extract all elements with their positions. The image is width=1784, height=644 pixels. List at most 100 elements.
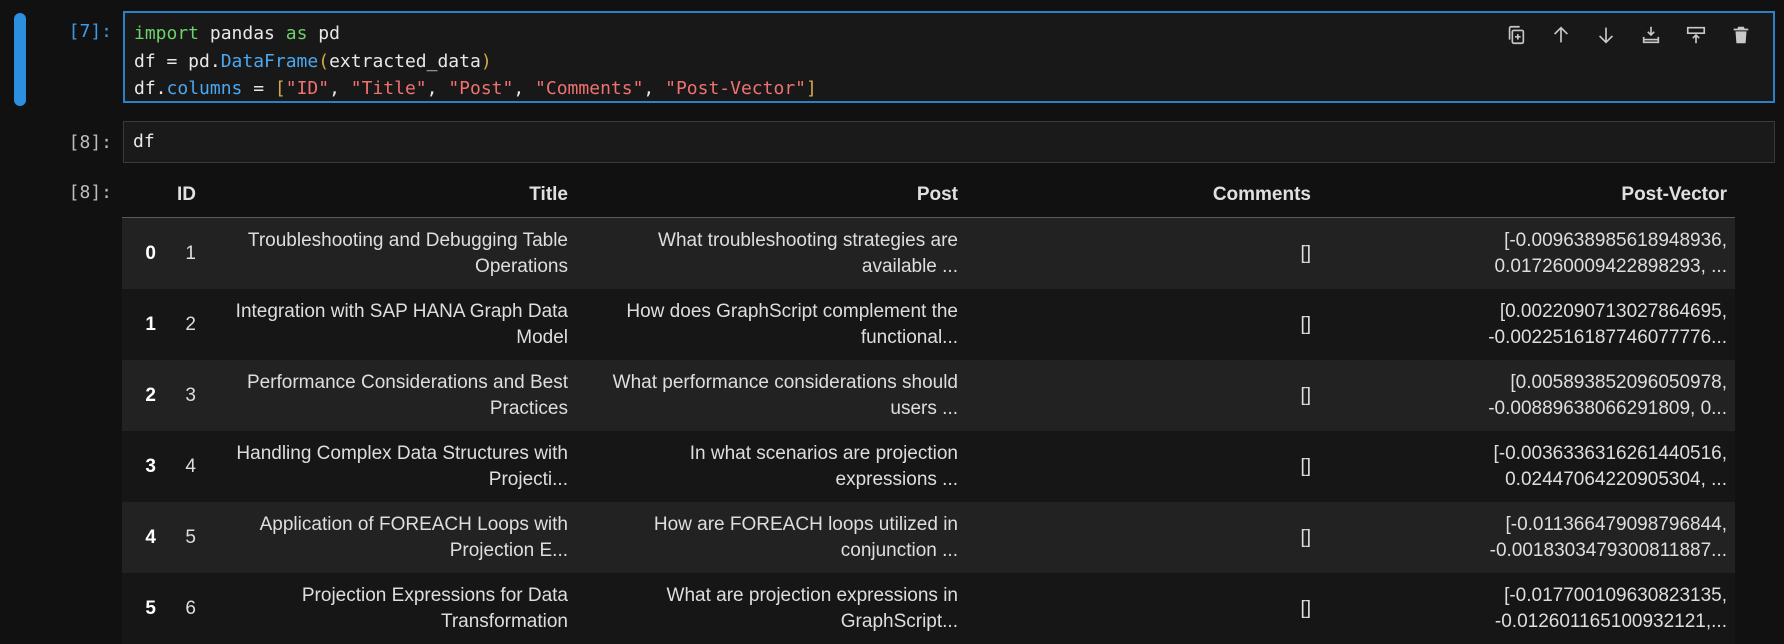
cell-title: Performance Considerations and Best Pract… xyxy=(204,360,576,431)
cell-post-vector: [-0.009638985618948936, 0.017260009422898… xyxy=(1319,218,1735,290)
cell-text: What are projection expressions in xyxy=(666,584,958,606)
cell-post-vector: [-0.017700109630823135, -0.01260116510093… xyxy=(1319,573,1735,644)
table-row: 4 5 Application of FOREACH Loops with Pro… xyxy=(122,502,1735,573)
cell-text: Model xyxy=(516,326,568,348)
cell-title: Application of FOREACH Loops with Project… xyxy=(204,502,576,573)
cell-post-vector: [-0.011366479098796844, -0.00183034793008… xyxy=(1319,502,1735,573)
cell-7-editor[interactable]: import pandas as pd df = pd.DataFrame(ex… xyxy=(123,11,1775,103)
cell-id: 1 xyxy=(185,242,196,264)
duplicate-cell-button[interactable] xyxy=(1493,19,1538,51)
insert-below-icon xyxy=(1642,26,1659,44)
cell-post: What performance considerations should us… xyxy=(576,360,966,431)
cell-7-code[interactable]: import pandas as pd df = pd.DataFrame(ex… xyxy=(134,20,817,103)
cell-text: Performance Considerations and Best xyxy=(246,371,568,393)
column-header-comments: Comments xyxy=(966,172,1319,218)
cell-text: users ... xyxy=(890,397,958,419)
table-row: 5 6 Projection Expressions for Data Trans… xyxy=(122,573,1735,644)
output-8-prompt: [8]: xyxy=(68,182,112,203)
code-token: as xyxy=(285,23,308,44)
column-header-index xyxy=(122,172,164,218)
cell-text: How are FOREACH loops utilized in xyxy=(653,513,958,535)
cell-8-prompt: [8]: xyxy=(68,132,112,153)
cell-text: Operations xyxy=(475,255,568,277)
table-row: 0 1 Troubleshooting and Debugging Table O… xyxy=(122,217,1735,290)
cell-text: Application of FOREACH Loops with xyxy=(259,513,568,535)
cell-text: [0.0022090713027864695, xyxy=(1499,300,1727,322)
code-token: "ID" xyxy=(285,78,330,99)
table-header-row: ID Title Post Comments Post-Vector xyxy=(122,172,1735,218)
cell-comments: [] xyxy=(1300,597,1311,619)
cell-post: How does GraphScript complement the funct… xyxy=(576,289,966,360)
code-token: columns xyxy=(166,78,243,99)
cell-title: Troubleshooting and Debugging Table Opera… xyxy=(204,218,576,290)
code-token: , xyxy=(426,78,449,99)
cell-id: 5 xyxy=(185,526,196,548)
cell-comments: [] xyxy=(1300,384,1311,406)
code-token: pd xyxy=(307,23,340,44)
trash-icon xyxy=(1733,26,1748,44)
code-token: df. xyxy=(134,78,167,99)
code-token: DataFrame xyxy=(220,50,319,72)
insert-cell-below-button[interactable] xyxy=(1673,19,1718,51)
cell-comments: [] xyxy=(1300,242,1311,264)
code-token: "Post-Vector" xyxy=(665,78,806,99)
cell-id: 6 xyxy=(185,597,196,619)
cell-text: Handling Complex Data Structures with xyxy=(236,442,568,464)
code-token: , xyxy=(329,78,351,99)
code-token: import xyxy=(134,23,200,44)
cell-8-code[interactable]: df xyxy=(133,131,155,153)
row-index: 1 xyxy=(145,313,156,335)
arrow-up-icon xyxy=(1553,26,1568,43)
cell-text: What troubleshooting strategies are xyxy=(658,229,958,251)
cell-text: -0.012601165100932121,... xyxy=(1494,610,1727,632)
code-token: df = pd. xyxy=(134,50,221,72)
cell-text: [0.005893852096050978, xyxy=(1510,371,1727,393)
code-token: ( xyxy=(318,50,330,72)
row-index: 0 xyxy=(145,242,156,264)
cell-text: 0.017260009422898293, ... xyxy=(1494,255,1727,277)
move-cell-up-button[interactable] xyxy=(1538,19,1583,51)
cell-text: conjunction ... xyxy=(840,539,958,561)
cell-text: GraphScript... xyxy=(840,610,958,632)
delete-cell-button[interactable] xyxy=(1718,19,1763,51)
code-token: "Comments" xyxy=(535,78,644,99)
code-token: , xyxy=(643,78,666,99)
code-token: "Post" xyxy=(448,78,514,99)
insert-cell-above-button[interactable] xyxy=(1628,19,1673,51)
cell-post-vector: [0.005893852096050978, -0.008896380662918… xyxy=(1319,360,1735,431)
cell-title: Projection Expressions for Data Transform… xyxy=(204,573,576,644)
cell-id: 2 xyxy=(185,313,196,335)
arrow-down-icon xyxy=(1598,27,1613,44)
column-header-post: Post xyxy=(576,172,966,218)
cell-post-vector: [0.0022090713027864695, -0.00225161877460… xyxy=(1319,289,1735,360)
cell-post: How are FOREACH loops utilized in conjunc… xyxy=(576,502,966,573)
table-row: 2 3 Performance Considerations and Best P… xyxy=(122,360,1735,431)
cell-post-vector: [-0.0036336316261440516, 0.02447064220905… xyxy=(1319,431,1735,502)
cell-comments: [] xyxy=(1300,313,1311,335)
cell-text: [-0.017700109630823135, xyxy=(1504,584,1727,606)
cell-8-editor[interactable]: df xyxy=(123,121,1775,163)
cell-title: Handling Complex Data Structures with Pro… xyxy=(204,431,576,502)
cell-text: 0.02447064220905304, ... xyxy=(1505,468,1727,490)
code-token: [ xyxy=(274,78,286,99)
cell-text: How does GraphScript complement the xyxy=(626,300,958,322)
cell-text: Projection Expressions for Data xyxy=(301,584,568,606)
cell-text: Projection E... xyxy=(449,539,568,561)
cell-comments: [] xyxy=(1300,526,1311,548)
cell-text: -0.0022516187746077776... xyxy=(1488,326,1727,348)
cell-comments: [] xyxy=(1300,455,1311,477)
column-header-title: Title xyxy=(204,172,576,218)
row-index: 2 xyxy=(145,384,156,406)
cell-post: In what scenarios are projection expressi… xyxy=(576,431,966,502)
cell-text: functional... xyxy=(860,326,958,348)
cell-post: What troubleshooting strategies are avail… xyxy=(576,218,966,290)
cell-text: available ... xyxy=(861,255,958,277)
code-token: ] xyxy=(806,78,817,99)
cell-text: -0.00889638066291809, 0... xyxy=(1488,397,1727,419)
cell-text: [-0.011366479098796844, xyxy=(1505,513,1727,535)
copy-icon xyxy=(1508,25,1524,45)
dataframe-output: ID Title Post Comments Post-Vector 0 1 T… xyxy=(122,172,1735,644)
cell-toolbar xyxy=(1493,19,1763,51)
code-token: = xyxy=(242,78,275,99)
move-cell-down-button[interactable] xyxy=(1583,19,1628,51)
